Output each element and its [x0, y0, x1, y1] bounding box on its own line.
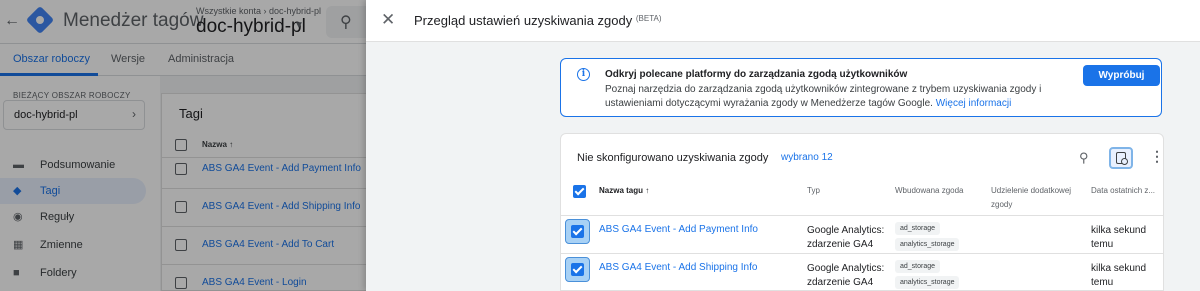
- banner-title: Odkryj polecane platformy do zarządzania…: [605, 69, 908, 80]
- tag-name-link[interactable]: ABS GA4 Event - Add Shipping Info: [599, 262, 757, 273]
- search-icon[interactable]: ⚲: [1079, 150, 1089, 166]
- table-row[interactable]: ABS GA4 Event - Add Shipping Info Google…: [561, 254, 1163, 290]
- column-header-builtin-consent[interactable]: Wbudowana zgoda: [895, 184, 964, 198]
- tag-name-link[interactable]: ABS GA4 Event - Add Payment Info: [599, 224, 758, 235]
- try-button[interactable]: Wypróbuj: [1083, 65, 1160, 86]
- consent-chip: analytics_storage: [895, 276, 960, 289]
- tag-type-line: zdarzenie GA4: [807, 239, 874, 250]
- table-row[interactable]: ABS GA4 Event - Add Payment Info Google …: [561, 216, 1163, 254]
- modal-overlay[interactable]: [0, 0, 366, 291]
- consent-gear-dot: [1121, 158, 1128, 165]
- last-edited: kilka sekund temu: [1091, 262, 1146, 290]
- panel-title-text: Przegląd ustawień uzyskiwania zgody: [414, 13, 633, 28]
- tag-type-line: Google Analytics:: [807, 263, 885, 274]
- table-header: Nazwa tagu ↑ Typ Wbudowana zgoda Udziele…: [561, 174, 1163, 216]
- selected-count: wybrano 12: [781, 152, 833, 163]
- row-checkbox-focused[interactable]: [565, 257, 590, 282]
- panel-title: Przegląd ustawień uzyskiwania zgody (BET…: [414, 13, 662, 28]
- cmp-info-banner: i Odkryj polecane platformy do zarządzan…: [560, 58, 1162, 117]
- last-edited-line: kilka sekund: [1091, 263, 1147, 274]
- column-header-name[interactable]: Nazwa tagu ↑: [599, 184, 649, 198]
- more-vert-icon[interactable]: ⋮: [1150, 148, 1163, 165]
- column-header-type[interactable]: Typ: [807, 184, 820, 198]
- edit-consent-icon[interactable]: [1109, 147, 1133, 169]
- consent-table-card: Nie skonfigurowano uzyskiwania zgody wyb…: [560, 133, 1164, 291]
- column-header-last-edited[interactable]: Data ostatnich z...: [1091, 184, 1155, 198]
- last-edited-line: temu: [1091, 239, 1114, 250]
- info-icon: i: [577, 68, 590, 81]
- row-checkbox[interactable]: [571, 225, 584, 238]
- column-header-additional-consent[interactable]: Udzielenie dodatkowej zgody: [991, 184, 1083, 212]
- tag-type: Google Analytics: zdarzenie GA4: [807, 224, 884, 252]
- tag-type-line: Google Analytics:: [807, 225, 885, 236]
- tag-type: Google Analytics: zdarzenie GA4: [807, 262, 884, 290]
- consent-overview-panel: ✕ Przegląd ustawień uzyskiwania zgody (B…: [366, 0, 1200, 291]
- consent-chip: ad_storage: [895, 260, 941, 273]
- banner-body: Poznaj narzędzia do zarządzania zgodą uż…: [605, 83, 1075, 111]
- last-edited-line: kilka sekund: [1091, 225, 1147, 236]
- last-edited: kilka sekund temu: [1091, 224, 1146, 252]
- beta-badge: (BETA): [635, 14, 662, 23]
- last-edited-line: temu: [1091, 277, 1114, 288]
- panel-header: ✕ Przegląd ustawień uzyskiwania zgody (B…: [366, 0, 1200, 42]
- consent-chip: ad_storage: [895, 222, 941, 235]
- consent-chip: analytics_storage: [895, 238, 960, 251]
- row-checkbox[interactable]: [571, 263, 584, 276]
- row-checkbox-focused[interactable]: [565, 219, 590, 244]
- learn-more-link[interactable]: Więcej informacji: [936, 98, 1012, 109]
- close-icon[interactable]: ✕: [381, 10, 395, 30]
- tag-type-line: zdarzenie GA4: [807, 277, 874, 288]
- filter-title: Nie skonfigurowano uzyskiwania zgody: [577, 152, 769, 164]
- select-all-checkbox[interactable]: [573, 185, 586, 198]
